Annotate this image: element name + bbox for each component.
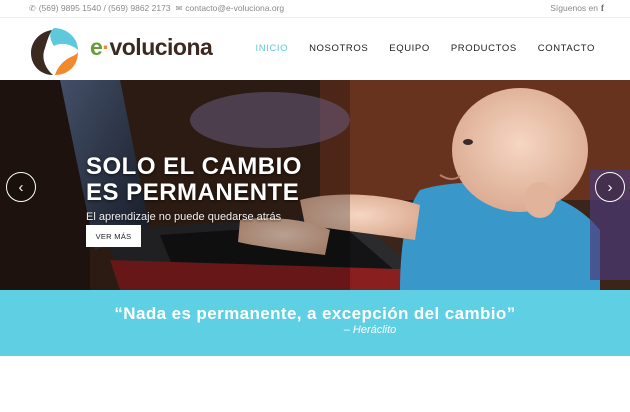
email-link[interactable]: contacto@e-voluciona.org [185,3,284,13]
nav-item-inicio[interactable]: INICIO [255,43,288,54]
social-links: Síguenos en f [550,3,604,13]
quote-text: “Nada es permanente, a excepción del cam… [114,304,516,323]
facebook-icon[interactable]: f [601,3,604,13]
top-bar: ✆ (569) 9895 1540 / (569) 9862 2173 ✉ co… [0,0,630,18]
chevron-right-icon: › [607,178,613,196]
nav-item-nosotros[interactable]: NOSOTROS [309,43,368,54]
ver-mas-button[interactable]: VER MÁS [86,225,141,247]
hero-slider: SOLO EL CAMBIO ES PERMANENTE El aprendiz… [0,80,630,290]
slider-next-button[interactable]: › [595,172,625,202]
quote-band: “Nada es permanente, a excepción del cam… [0,290,630,356]
site-header: e·voluciona INICIO NOSOTROS EQUIPO PRODU… [0,18,630,80]
chevron-left-icon: ‹ [18,178,24,196]
brand-logo[interactable] [27,24,82,79]
hero-subtitle: El aprendizaje no puede quedarse atrás [86,211,282,223]
nav-item-contacto[interactable]: CONTACTO [538,43,595,54]
brand-wordmark[interactable]: e·voluciona [90,34,213,61]
main-nav: INICIO NOSOTROS EQUIPO PRODUCTOS CONTACT… [255,43,595,54]
phone-numbers: (569) 9895 1540 / (569) 9862 2173 [38,3,171,13]
quote-author: – Heráclito [343,324,397,336]
envelope-icon: ✉ [175,3,183,13]
contact-info: ✆ (569) 9895 1540 / (569) 9862 2173 ✉ co… [29,3,284,13]
nav-item-equipo[interactable]: EQUIPO [389,43,430,54]
slider-prev-button[interactable]: ‹ [6,172,36,202]
follow-label: Síguenos en [550,3,598,13]
nav-item-productos[interactable]: PRODUCTOS [451,43,517,54]
hero-title: SOLO EL CAMBIO ES PERMANENTE [86,153,302,206]
phone-icon: ✆ [29,3,36,13]
